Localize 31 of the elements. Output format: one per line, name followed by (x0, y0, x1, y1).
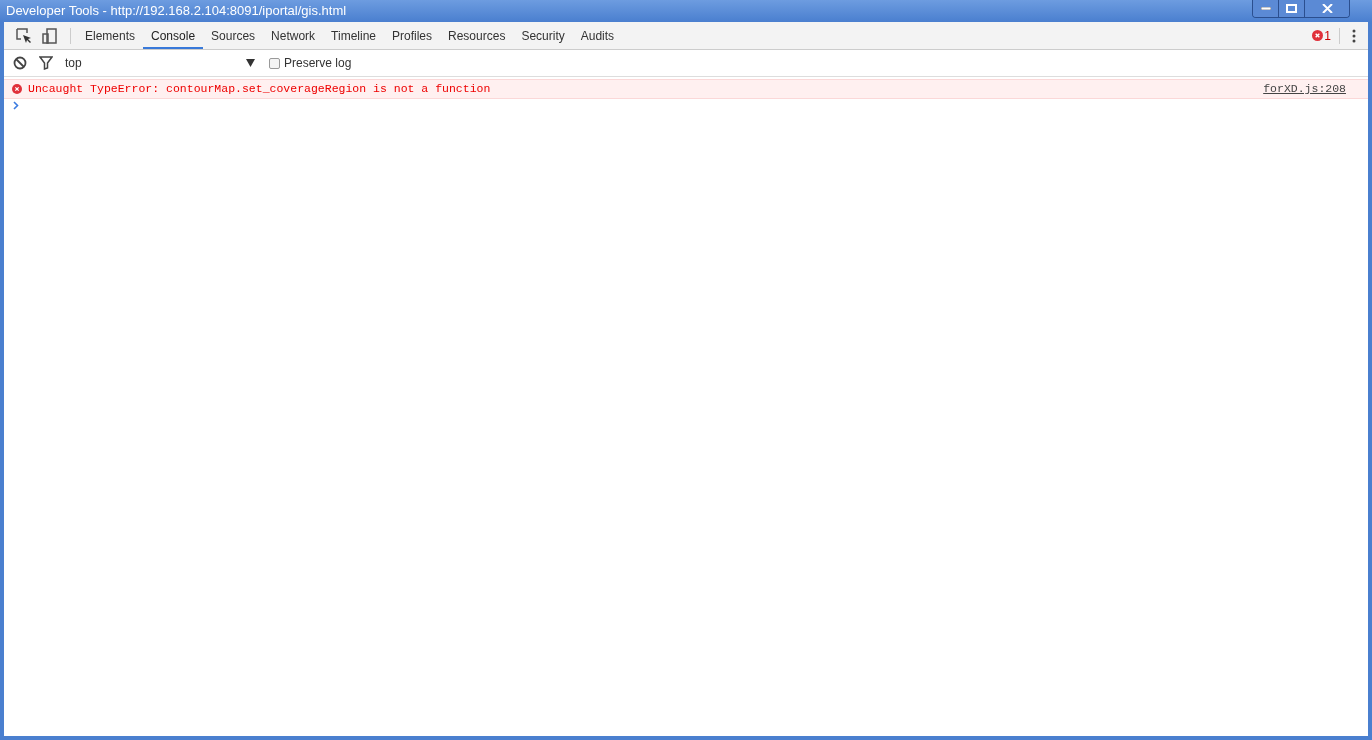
close-icon (1321, 4, 1333, 13)
tab[interactable]: Timeline (323, 22, 384, 49)
tab[interactable]: Resources (440, 22, 514, 49)
preserve-log-label[interactable]: Preserve log (284, 54, 352, 72)
close-button[interactable] (1305, 0, 1349, 17)
tab[interactable]: Network (263, 22, 324, 49)
error-icon (1312, 30, 1324, 41)
dropdown-caret-icon (246, 59, 255, 67)
tab[interactable]: Security (513, 22, 573, 49)
context-dropdown[interactable]: top (65, 54, 255, 72)
error-count[interactable]: 1 (1324, 26, 1331, 45)
maximize-button[interactable] (1279, 0, 1305, 17)
window-title: Developer Tools - http://192.168.2.104:8091/iportal/gis.html (6, 2, 348, 20)
tab[interactable]: Sources (203, 22, 264, 49)
source-link[interactable]: forXD.js:208 (1263, 80, 1346, 98)
preserve-log-checkbox[interactable] (269, 57, 280, 69)
filter-icon[interactable] (39, 56, 53, 70)
tab[interactable]: Audits (572, 22, 623, 49)
device-icon[interactable] (42, 27, 58, 44)
maximize-icon (1286, 4, 1297, 13)
error-icon (12, 84, 22, 94)
tab[interactable]: Elements (77, 22, 144, 49)
inspect-icon[interactable] (16, 27, 32, 44)
prompt-chevron-icon (13, 101, 19, 110)
tab[interactable]: Profiles (384, 22, 441, 49)
message-text: Uncaught TypeError: contourMap.set_coverageRegion is not a function (28, 81, 492, 98)
more-options-icon[interactable] (1352, 28, 1356, 43)
tab[interactable]: Console (143, 22, 204, 49)
clear-icon[interactable] (13, 56, 27, 70)
minimize-button[interactable] (1253, 0, 1279, 17)
minimize-icon (1260, 7, 1271, 10)
